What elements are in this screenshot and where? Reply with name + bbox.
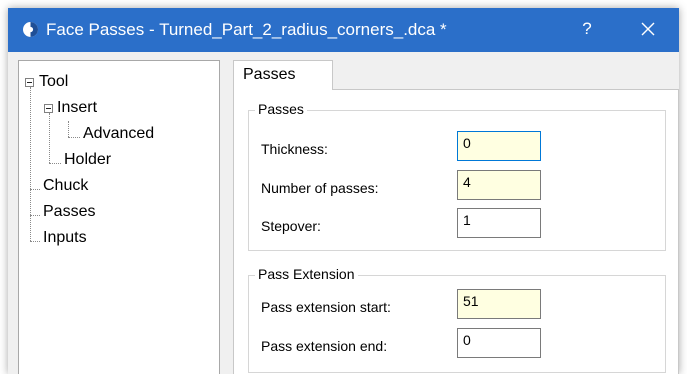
passes-group: Passes Thickness: Number of passes: Step… (248, 101, 666, 251)
pass-extension-group-title: Pass Extension (255, 266, 358, 282)
help-button[interactable]: ? (575, 18, 599, 42)
tree-connector (30, 241, 40, 242)
face-passes-dialog: Face Passes - Turned_Part_2_radius_corne… (8, 8, 679, 374)
tree-connector (49, 113, 50, 163)
tree-item-passes[interactable]: Passes (43, 202, 95, 222)
tree-connector (30, 87, 31, 241)
tree-connector (49, 163, 61, 164)
collapse-insert-icon[interactable] (44, 104, 53, 113)
app-logo-icon (23, 22, 38, 37)
tab-passes[interactable]: Passes (233, 60, 333, 90)
pass-extension-start-label: Pass extension start: (261, 299, 391, 315)
tab-passes-label: Passes (243, 66, 296, 83)
settings-tree[interactable]: Tool Insert Advanced Holder Chuck Passes… (18, 60, 220, 374)
tree-connector (68, 121, 69, 137)
collapse-tool-icon[interactable] (25, 78, 34, 87)
stepover-field[interactable] (457, 208, 541, 238)
tree-item-insert[interactable]: Insert (57, 98, 97, 118)
tree-connector (30, 215, 40, 216)
pass-extension-start-field[interactable] (457, 289, 541, 319)
tree-item-inputs[interactable]: Inputs (43, 228, 87, 248)
tree-item-chuck[interactable]: Chuck (43, 176, 88, 196)
pass-extension-end-field[interactable] (457, 328, 541, 358)
pass-extension-group: Pass Extension Pass extension start: Pas… (248, 266, 666, 373)
tree-connector (68, 137, 80, 138)
pass-extension-end-label: Pass extension end: (261, 338, 388, 354)
number-of-passes-label: Number of passes: (261, 180, 379, 196)
window-title: Face Passes - Turned_Part_2_radius_corne… (46, 20, 447, 39)
stepover-label: Stepover: (261, 218, 321, 234)
thickness-field[interactable] (457, 131, 541, 161)
thickness-label: Thickness: (261, 141, 328, 157)
tree-item-holder[interactable]: Holder (64, 150, 111, 170)
passes-group-title: Passes (255, 101, 307, 117)
passes-panel: Passes Thickness: Number of passes: Step… (233, 89, 679, 374)
tree-item-tool[interactable]: Tool (39, 72, 68, 92)
title-bar[interactable]: Face Passes - Turned_Part_2_radius_corne… (8, 8, 679, 52)
tree-item-advanced[interactable]: Advanced (83, 124, 154, 144)
number-of-passes-field[interactable] (457, 170, 541, 200)
close-icon[interactable] (636, 17, 660, 41)
tree-connector (30, 189, 40, 190)
